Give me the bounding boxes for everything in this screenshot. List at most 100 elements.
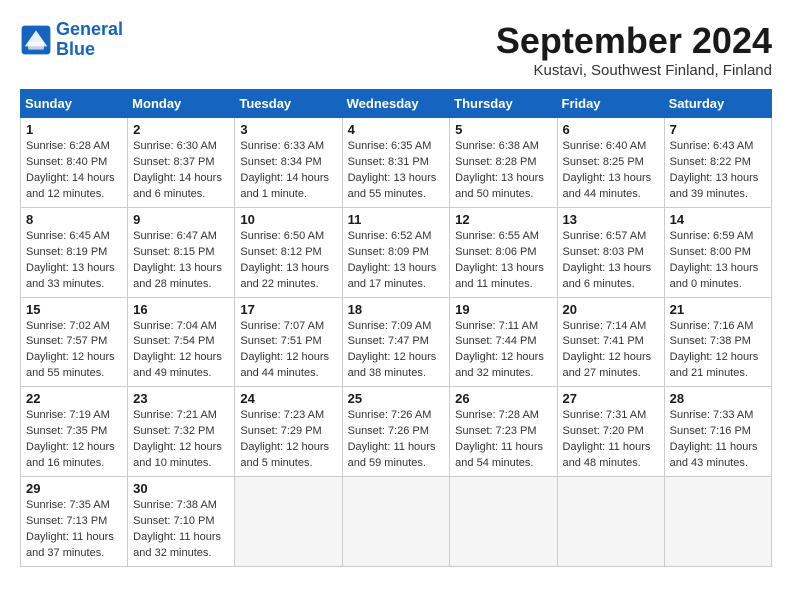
day-info: Sunrise: 7:23 AM Sunset: 7:29 PM Dayligh… [240,408,336,472]
day-number: 3 [240,122,336,137]
day-number: 20 [563,302,659,317]
day-number: 30 [133,481,229,496]
day-info: Sunrise: 6:35 AM Sunset: 8:31 PM Dayligh… [348,139,445,203]
day-info: Sunrise: 6:45 AM Sunset: 8:19 PM Dayligh… [26,229,122,293]
day-info: Sunrise: 7:21 AM Sunset: 7:32 PM Dayligh… [133,408,229,472]
table-row: 20 Sunrise: 7:14 AM Sunset: 7:41 PM Dayli… [557,297,664,387]
table-row [557,477,664,567]
table-row: 12Sunrise: 6:55 AM Sunset: 8:06 PM Dayli… [450,207,557,297]
day-info: Sunrise: 7:07 AM Sunset: 7:51 PM Dayligh… [240,319,336,383]
table-row: 22 Sunrise: 7:19 AM Sunset: 7:35 PM Dayli… [21,387,128,477]
day-number: 24 [240,391,336,406]
day-info: Sunrise: 6:40 AM Sunset: 8:25 PM Dayligh… [563,139,659,203]
table-row: 29Sunrise: 7:35 AM Sunset: 7:13 PM Dayli… [21,477,128,567]
day-info: Sunrise: 7:35 AM Sunset: 7:13 PM Dayligh… [26,498,122,562]
calendar-table: Sunday Monday Tuesday Wednesday Thursday… [20,89,772,567]
day-info: Sunrise: 7:33 AM Sunset: 7:16 PM Dayligh… [670,408,766,472]
table-row [664,477,771,567]
day-number: 4 [348,122,445,137]
table-row: 10 Sunrise: 6:50 AM Sunset: 8:12 PM Dayli… [235,207,342,297]
table-row: 30Sunrise: 7:38 AM Sunset: 7:10 PM Dayli… [128,477,235,567]
day-info: Sunrise: 6:43 AM Sunset: 8:22 PM Dayligh… [670,139,766,203]
table-row: 23 Sunrise: 7:21 AM Sunset: 7:32 PM Dayli… [128,387,235,477]
table-row: 19 Sunrise: 7:11 AM Sunset: 7:44 PM Dayli… [450,297,557,387]
day-info: Sunrise: 7:16 AM Sunset: 7:38 PM Dayligh… [670,319,766,383]
day-info: Sunrise: 7:31 AM Sunset: 7:20 PM Dayligh… [563,408,659,472]
table-row: 13 Sunrise: 6:57 AM Sunset: 8:03 PM Dayli… [557,207,664,297]
table-row: 4 Sunrise: 6:35 AM Sunset: 8:31 PM Daylig… [342,118,450,208]
table-row: 8 Sunrise: 6:45 AM Sunset: 8:19 PM Daylig… [21,207,128,297]
day-number: 25 [348,391,445,406]
col-saturday: Saturday [664,90,771,118]
table-row: 18 Sunrise: 7:09 AM Sunset: 7:47 PM Dayli… [342,297,450,387]
day-number: 13 [563,212,659,227]
day-info: Sunrise: 6:57 AM Sunset: 8:03 PM Dayligh… [563,229,659,293]
day-info: Sunrise: 7:19 AM Sunset: 7:35 PM Dayligh… [26,408,122,472]
day-number: 16 [133,302,229,317]
table-row: 16 Sunrise: 7:04 AM Sunset: 7:54 PM Dayli… [128,297,235,387]
calendar-row: 15 Sunrise: 7:02 AM Sunset: 7:57 PM Dayli… [21,297,772,387]
day-number: 12 [455,212,551,227]
table-row: 6 Sunrise: 6:40 AM Sunset: 8:25 PM Daylig… [557,118,664,208]
table-row: 21 Sunrise: 7:16 AM Sunset: 7:38 PM Dayli… [664,297,771,387]
day-number: 22 [26,391,122,406]
day-info: Sunrise: 6:33 AM Sunset: 8:34 PM Dayligh… [240,139,336,203]
col-thursday: Thursday [450,90,557,118]
table-row: 14 Sunrise: 6:59 AM Sunset: 8:00 PM Dayli… [664,207,771,297]
day-number: 23 [133,391,229,406]
day-info: Sunrise: 7:26 AM Sunset: 7:26 PM Dayligh… [348,408,445,472]
day-number: 8 [26,212,122,227]
day-info: Sunrise: 6:30 AM Sunset: 8:37 PM Dayligh… [133,139,229,203]
table-row: 27 Sunrise: 7:31 AM Sunset: 7:20 PM Dayli… [557,387,664,477]
table-row [235,477,342,567]
logo-icon [20,24,52,56]
table-row: 15 Sunrise: 7:02 AM Sunset: 7:57 PM Dayli… [21,297,128,387]
table-row [342,477,450,567]
calendar-row: 29Sunrise: 7:35 AM Sunset: 7:13 PM Dayli… [21,477,772,567]
table-row [450,477,557,567]
table-row: 7 Sunrise: 6:43 AM Sunset: 8:22 PM Daylig… [664,118,771,208]
day-info: Sunrise: 7:02 AM Sunset: 7:57 PM Dayligh… [26,319,122,383]
table-row: 2 Sunrise: 6:30 AM Sunset: 8:37 PM Daylig… [128,118,235,208]
table-row: 9 Sunrise: 6:47 AM Sunset: 8:15 PM Daylig… [128,207,235,297]
day-number: 28 [670,391,766,406]
page-header: General Blue September 2024 Kustavi, Sou… [20,20,772,79]
day-info: Sunrise: 6:59 AM Sunset: 8:00 PM Dayligh… [670,229,766,293]
day-info: Sunrise: 7:14 AM Sunset: 7:41 PM Dayligh… [563,319,659,383]
logo: General Blue [20,20,123,60]
day-number: 19 [455,302,551,317]
table-row: 24 Sunrise: 7:23 AM Sunset: 7:29 PM Dayli… [235,387,342,477]
day-info: Sunrise: 7:09 AM Sunset: 7:47 PM Dayligh… [348,319,445,383]
day-info: Sunrise: 6:47 AM Sunset: 8:15 PM Dayligh… [133,229,229,293]
day-info: Sunrise: 6:52 AM Sunset: 8:09 PM Dayligh… [348,229,445,293]
day-number: 9 [133,212,229,227]
table-row: 1Sunrise: 6:28 AM Sunset: 8:40 PM Daylig… [21,118,128,208]
day-number: 14 [670,212,766,227]
day-info: Sunrise: 7:04 AM Sunset: 7:54 PM Dayligh… [133,319,229,383]
day-info: Sunrise: 7:11 AM Sunset: 7:44 PM Dayligh… [455,319,551,383]
day-number: 2 [133,122,229,137]
col-friday: Friday [557,90,664,118]
day-number: 5 [455,122,551,137]
day-number: 7 [670,122,766,137]
table-row: 17 Sunrise: 7:07 AM Sunset: 7:51 PM Dayli… [235,297,342,387]
table-row: 5Sunrise: 6:38 AM Sunset: 8:28 PM Daylig… [450,118,557,208]
calendar-header-row: Sunday Monday Tuesday Wednesday Thursday… [21,90,772,118]
table-row: 26 Sunrise: 7:28 AM Sunset: 7:23 PM Dayli… [450,387,557,477]
day-number: 10 [240,212,336,227]
calendar-row: 8 Sunrise: 6:45 AM Sunset: 8:19 PM Daylig… [21,207,772,297]
day-number: 21 [670,302,766,317]
day-number: 11 [348,212,445,227]
day-number: 18 [348,302,445,317]
day-number: 15 [26,302,122,317]
day-info: Sunrise: 6:50 AM Sunset: 8:12 PM Dayligh… [240,229,336,293]
day-info: Sunrise: 7:28 AM Sunset: 7:23 PM Dayligh… [455,408,551,472]
table-row: 3 Sunrise: 6:33 AM Sunset: 8:34 PM Daylig… [235,118,342,208]
table-row: 25 Sunrise: 7:26 AM Sunset: 7:26 PM Dayli… [342,387,450,477]
day-number: 17 [240,302,336,317]
day-number: 27 [563,391,659,406]
calendar-body: 1Sunrise: 6:28 AM Sunset: 8:40 PM Daylig… [21,118,772,567]
day-number: 26 [455,391,551,406]
day-number: 6 [563,122,659,137]
col-tuesday: Tuesday [235,90,342,118]
